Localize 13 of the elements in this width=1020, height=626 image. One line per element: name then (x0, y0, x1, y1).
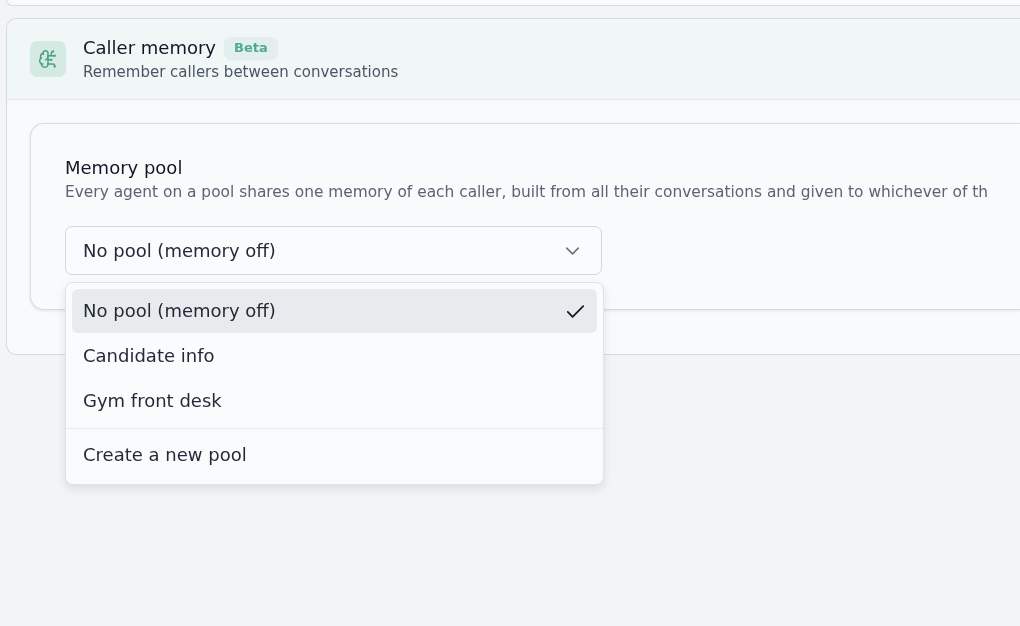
create-pool-option[interactable]: Create a new pool (72, 433, 597, 477)
check-icon (567, 304, 584, 318)
chevron-down-icon (566, 246, 579, 255)
brain-icon (30, 41, 66, 77)
field-label: Memory pool (65, 157, 183, 179)
field-description: Every agent on a pool shares one memory of each caller, built from all their conversations and given to whichever of th (65, 182, 988, 202)
pool-select[interactable]: No pool (memory off) (65, 226, 602, 275)
menu-option[interactable]: Candidate info (72, 334, 597, 378)
menu-option[interactable]: No pool (memory off) (72, 289, 597, 333)
beta-badge: Beta (224, 36, 278, 59)
menu-option[interactable]: Gym front desk (72, 379, 597, 423)
feature-title: Caller memory (83, 36, 216, 59)
feature-subtitle: Remember callers between conversations (83, 61, 399, 82)
